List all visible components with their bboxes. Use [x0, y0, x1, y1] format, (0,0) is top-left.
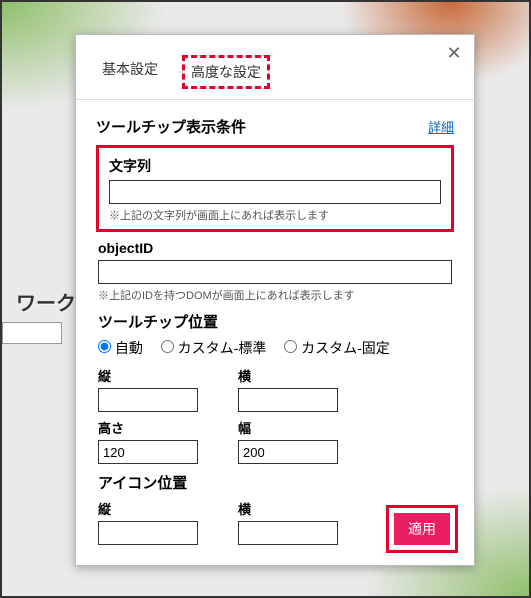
detail-link[interactable]: 詳細 [428, 117, 454, 136]
radio-custom-std[interactable]: カスタム-標準 [161, 340, 267, 356]
pos-width-label: 幅 [238, 418, 348, 437]
pos-horizontal-label: 横 [238, 366, 348, 385]
bg-label: ワーク [16, 287, 76, 316]
close-icon[interactable]: ✕ [444, 43, 464, 63]
pos-vertical-input[interactable] [98, 388, 198, 412]
pos-height-input[interactable] [98, 440, 198, 464]
apply-button[interactable]: 適用 [394, 513, 450, 545]
icon-horizontal-input[interactable] [238, 521, 338, 545]
icon-vertical-input[interactable] [98, 521, 198, 545]
radio-auto-label: 自動 [115, 340, 143, 356]
objectid-hint: ※上記のIDを持つDOMが画面上にあれば表示します [98, 287, 452, 303]
pos-height-label: 高さ [98, 418, 208, 437]
apply-highlight: 適用 [386, 505, 458, 553]
string-input[interactable] [109, 180, 441, 204]
icon-vertical-label: 縦 [98, 499, 208, 518]
pos-width-input[interactable] [238, 440, 338, 464]
icon-horizontal-label: 横 [238, 499, 348, 518]
string-field-label: 文字列 [109, 156, 441, 176]
tab-bar: 基本設定 高度な設定 [76, 35, 474, 100]
radio-custom-fixed-input[interactable] [284, 340, 297, 353]
section-title-condition: ツールチップ表示条件 [96, 116, 246, 137]
radio-custom-fixed[interactable]: カスタム-固定 [284, 340, 390, 356]
radio-custom-std-label: カスタム-標準 [178, 340, 267, 356]
string-hint: ※上記の文字列が画面上にあれば表示します [109, 207, 441, 223]
bg-input [2, 322, 62, 344]
radio-auto[interactable]: 自動 [98, 340, 143, 356]
section-title-icon: アイコン位置 [98, 472, 452, 493]
objectid-label: objectID [98, 240, 452, 256]
radio-custom-fixed-label: カスタム-固定 [301, 340, 390, 356]
pos-vertical-label: 縦 [98, 366, 208, 385]
radio-auto-input[interactable] [98, 340, 111, 353]
string-field-box: 文字列 ※上記の文字列が画面上にあれば表示します [96, 145, 454, 232]
tab-advanced[interactable]: 高度な設定 [182, 55, 270, 89]
objectid-input[interactable] [98, 260, 452, 284]
tab-basic[interactable]: 基本設定 [96, 55, 164, 89]
section-title-position: ツールチップ位置 [98, 311, 452, 332]
settings-panel: ✕ 基本設定 高度な設定 ツールチップ表示条件 詳細 文字列 ※上記の文字列が画… [75, 34, 475, 566]
radio-custom-std-input[interactable] [161, 340, 174, 353]
position-radio-row: 自動 カスタム-標準 カスタム-固定 [98, 338, 452, 358]
pos-horizontal-input[interactable] [238, 388, 338, 412]
